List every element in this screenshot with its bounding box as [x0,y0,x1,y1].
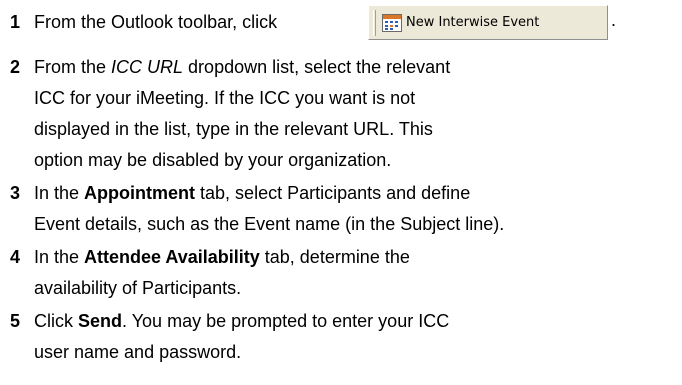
tab-name: Attendee Availability [84,247,260,267]
step-line: Click Send. You may be prompted to enter… [34,311,450,331]
step-text: From the Outlook toolbar, click [34,12,278,32]
field-name: ICC URL [111,57,184,77]
calendar-icon [382,14,402,32]
step-text: In the Attendee Availability tab, determ… [34,242,410,304]
step-text: From the ICC URL dropdown list, select t… [34,52,450,176]
step-line: In the Appointment tab, select Participa… [34,183,471,203]
step-line: availability of Participants. [34,278,242,298]
step-number: 3 [10,183,21,203]
step-line: displayed in the list, type in the relev… [34,119,433,139]
step-text: Click Send. You may be prompted to enter… [34,306,449,368]
instruction-document: 1 From the Outlook toolbar, click New In… [0,0,682,385]
step-line: ICC for your iMeeting. If the ICC you wa… [34,88,416,108]
step-line: In the Attendee Availability tab, determ… [34,247,410,267]
step-number: 2 [10,57,21,77]
step-2: 2 From the ICC URL dropdown list, select… [0,52,682,176]
toolbar-grip [373,10,376,36]
step-line: From the ICC URL dropdown list, select t… [34,57,451,77]
new-interwise-event-button[interactable]: New Interwise Event [368,5,608,40]
step-line: user name and password. [34,342,242,362]
button-label: New Interwise Event [406,15,540,30]
sentence-period: . [611,10,617,30]
step-number: 1 [10,12,21,32]
step-number: 4 [10,247,21,267]
button-name: Send [78,311,123,331]
step-1: 1 From the Outlook toolbar, click New In… [0,0,682,45]
step-number: 5 [10,311,21,331]
step-5: 5 Click Send. You may be prompted to ent… [0,306,682,368]
step-text: In the Appointment tab, select Participa… [34,178,504,240]
step-line: Event details, such as the Event name (i… [34,214,505,234]
step-3: 3 In the Appointment tab, select Partici… [0,178,682,240]
tab-name: Appointment [84,183,196,203]
step-4: 4 In the Attendee Availability tab, dete… [0,242,682,304]
step-line: option may be disabled by your organizat… [34,150,392,170]
